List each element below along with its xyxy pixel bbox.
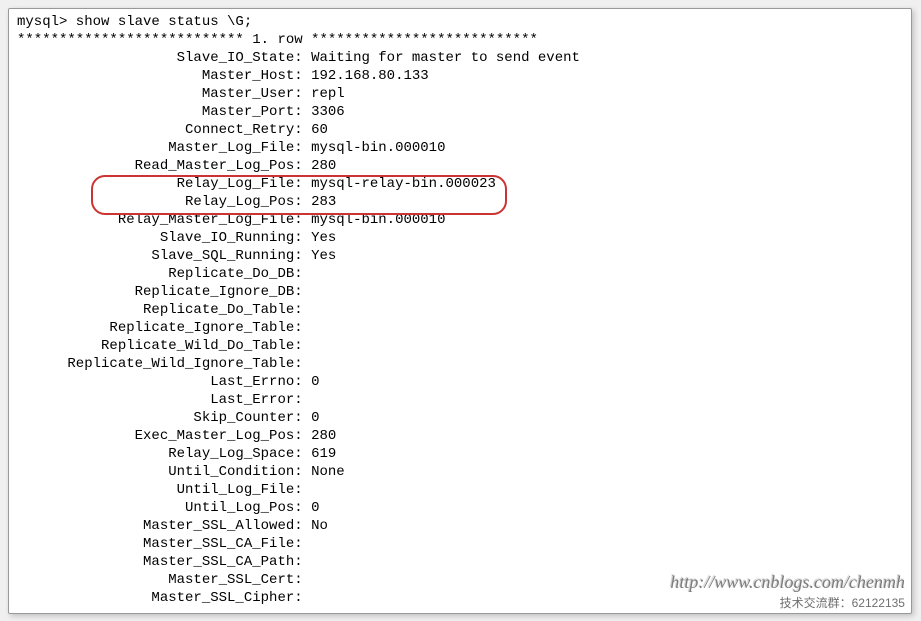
field-value: 283 [311, 194, 336, 210]
field-label: Replicate_Do_DB: [17, 266, 311, 282]
status-row: Exec_Master_Log_Pos: 280 [17, 427, 903, 445]
status-row: Slave_SQL_Running: Yes [17, 247, 903, 265]
field-value: 619 [311, 446, 336, 462]
status-row: Last_Error: [17, 391, 903, 409]
field-value: 3306 [311, 104, 345, 120]
field-value: repl [311, 86, 345, 102]
field-value: None [311, 464, 345, 480]
status-row: Until_Condition: None [17, 463, 903, 481]
field-label: Slave_SQL_Running: [17, 248, 311, 264]
field-value: 280 [311, 428, 336, 444]
field-value: mysql-bin.000010 [311, 212, 445, 228]
field-value: 0 [311, 410, 319, 426]
field-value: 60 [311, 122, 328, 138]
field-value: 0 [311, 500, 319, 516]
field-label: Slave_IO_State: [17, 50, 311, 66]
field-label: Relay_Log_Pos: [17, 194, 311, 210]
status-row: Skip_Counter: 0 [17, 409, 903, 427]
status-row: Until_Log_Pos: 0 [17, 499, 903, 517]
field-value: No [311, 518, 328, 534]
field-label: Replicate_Wild_Do_Table: [17, 338, 311, 354]
status-row: Until_Log_File: [17, 481, 903, 499]
status-row: Replicate_Ignore_DB: [17, 283, 903, 301]
status-row: Master_SSL_Allowed: No [17, 517, 903, 535]
field-label: Slave_IO_Running: [17, 230, 311, 246]
field-value: 0 [311, 374, 319, 390]
status-row: Master_User: repl [17, 85, 903, 103]
field-value: mysql-bin.000010 [311, 140, 445, 156]
watermark-url: http://www.cnblogs.com/chenmh [670, 572, 905, 593]
status-row: Slave_IO_Running: Yes [17, 229, 903, 247]
field-label: Connect_Retry: [17, 122, 311, 138]
field-label: Master_SSL_Cipher: [17, 590, 311, 606]
field-value: 192.168.80.133 [311, 68, 429, 84]
field-label: Master_Log_File: [17, 140, 311, 156]
status-row: Relay_Log_Pos: 283 [17, 193, 903, 211]
status-row: Relay_Log_File: mysql-relay-bin.000023 [17, 175, 903, 193]
field-value: 280 [311, 158, 336, 174]
status-row: Master_SSL_CA_Path: [17, 553, 903, 571]
status-row: Relay_Master_Log_File: mysql-bin.000010 [17, 211, 903, 229]
field-label: Relay_Log_File: [17, 176, 311, 192]
field-label: Replicate_Do_Table: [17, 302, 311, 318]
field-label: Master_SSL_CA_File: [17, 536, 311, 552]
field-label: Relay_Master_Log_File: [17, 212, 311, 228]
status-row: Master_Port: 3306 [17, 103, 903, 121]
terminal-window: mysql> show slave status \G; ***********… [8, 8, 912, 614]
status-row: Master_Log_File: mysql-bin.000010 [17, 139, 903, 157]
field-label: Replicate_Ignore_DB: [17, 284, 311, 300]
field-value: mysql-relay-bin.000023 [311, 176, 496, 192]
status-row: Read_Master_Log_Pos: 280 [17, 157, 903, 175]
status-row: Replicate_Ignore_Table: [17, 319, 903, 337]
status-row: Slave_IO_State: Waiting for master to se… [17, 49, 903, 67]
status-row: Replicate_Do_DB: [17, 265, 903, 283]
status-row: Replicate_Wild_Ignore_Table: [17, 355, 903, 373]
field-label: Master_User: [17, 86, 311, 102]
field-label: Relay_Log_Space: [17, 446, 311, 462]
fields-container: Slave_IO_State: Waiting for master to se… [17, 49, 903, 607]
status-row: Replicate_Wild_Do_Table: [17, 337, 903, 355]
field-value: Yes [311, 248, 336, 264]
status-row: Master_SSL_CA_File: [17, 535, 903, 553]
field-value: Yes [311, 230, 336, 246]
status-row: Relay_Log_Space: 619 [17, 445, 903, 463]
status-row: Last_Errno: 0 [17, 373, 903, 391]
field-label: Master_Port: [17, 104, 311, 120]
field-label: Exec_Master_Log_Pos: [17, 428, 311, 444]
field-label: Master_SSL_CA_Path: [17, 554, 311, 570]
field-label: Replicate_Wild_Ignore_Table: [17, 356, 311, 372]
field-label: Master_SSL_Cert: [17, 572, 311, 588]
status-row: Replicate_Do_Table: [17, 301, 903, 319]
field-label: Last_Error: [17, 392, 311, 408]
field-label: Last_Errno: [17, 374, 311, 390]
status-row: Master_Host: 192.168.80.133 [17, 67, 903, 85]
field-label: Until_Log_Pos: [17, 500, 311, 516]
field-label: Until_Condition: [17, 464, 311, 480]
status-row: Connect_Retry: 60 [17, 121, 903, 139]
field-label: Until_Log_File: [17, 482, 311, 498]
field-label: Replicate_Ignore_Table: [17, 320, 311, 336]
prompt-line: mysql> show slave status \G; [17, 13, 903, 31]
field-label: Read_Master_Log_Pos: [17, 158, 311, 174]
field-label: Master_SSL_Allowed: [17, 518, 311, 534]
field-value: Waiting for master to send event [311, 50, 580, 66]
watermark-group: 技术交流群：62122135 [780, 594, 905, 611]
field-label: Master_Host: [17, 68, 311, 84]
row-separator: *************************** 1. row *****… [17, 31, 903, 49]
field-label: Skip_Counter: [17, 410, 311, 426]
